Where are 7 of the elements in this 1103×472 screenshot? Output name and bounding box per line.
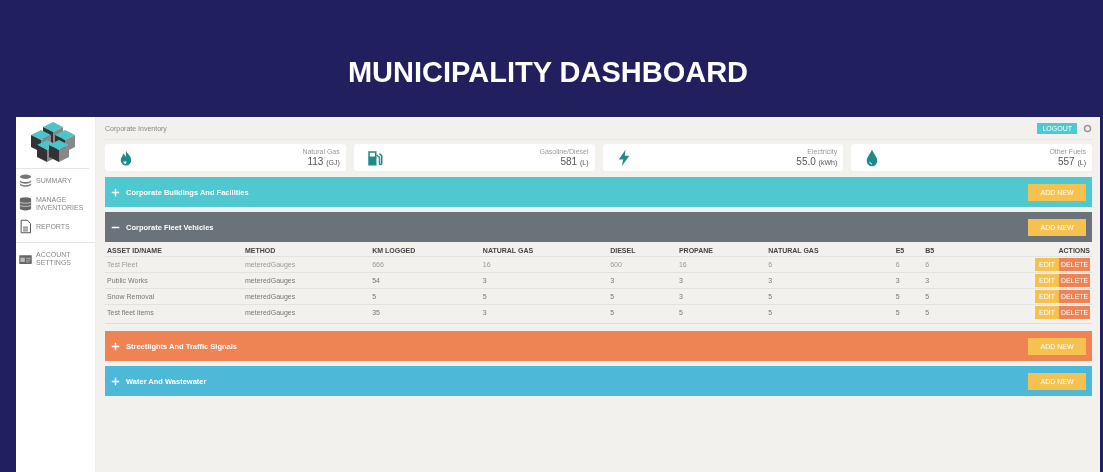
fuel-pump-icon xyxy=(365,148,384,167)
settings-icon xyxy=(1083,123,1092,133)
plus-icon xyxy=(111,341,120,351)
plus-icon xyxy=(111,187,120,197)
layers-icon xyxy=(18,173,33,188)
dashboard-title: MUNICIPALITY DASHBOARD xyxy=(347,56,749,89)
plus-icon xyxy=(111,376,120,386)
